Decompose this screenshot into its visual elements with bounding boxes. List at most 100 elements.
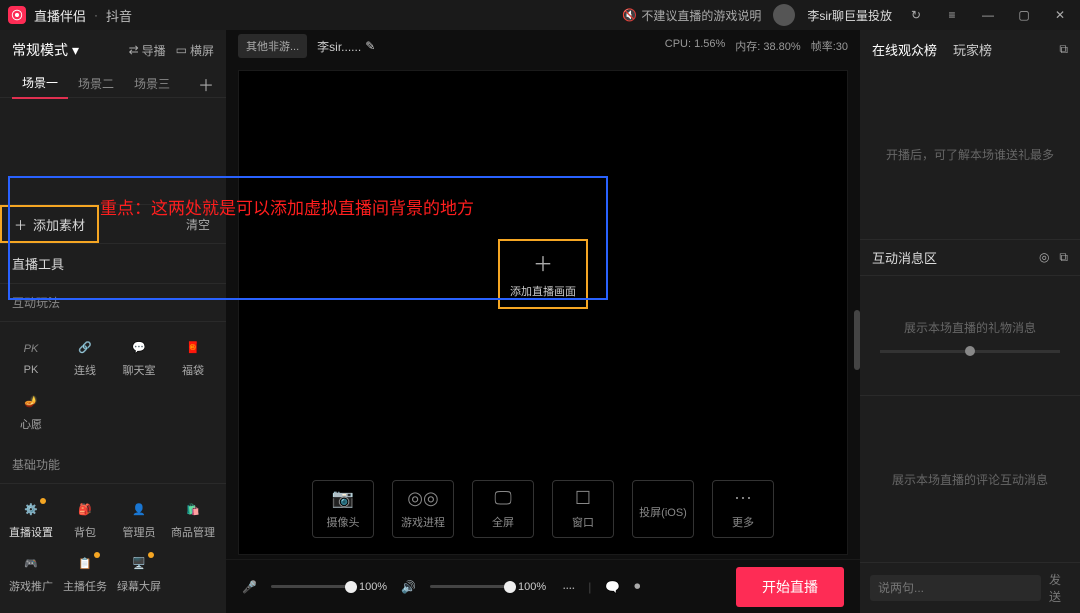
wish-icon: 🪔	[20, 390, 42, 412]
right-sidebar: 在线观众榜 玩家榜 ⧉ 开播后，可了解本场谁送礼最多 互动消息区 ◎ ⧉ 展示本…	[860, 30, 1080, 613]
app-name: 直播伴侣	[34, 6, 86, 25]
scene-tab-2[interactable]: 场景二	[68, 69, 124, 98]
mode-selector[interactable]: 常规模式 ▾	[12, 40, 79, 60]
pk-icon: PK	[20, 338, 42, 360]
tool-chatroom[interactable]: 💬 聊天室	[112, 330, 166, 384]
source-game[interactable]: ◎◎游戏进程	[392, 480, 454, 538]
titlebar: ⦿ 直播伴侣 · 抖音 🔇 不建议直播的游戏说明 李sir聊巨量投放 ↻ ≡ —…	[0, 0, 1080, 30]
avatar[interactable]	[773, 4, 795, 26]
message-section-header: 互动消息区 ◎ ⧉	[860, 239, 1080, 275]
tool-wish[interactable]: 🪔 心愿	[4, 384, 58, 438]
tool-admin[interactable]: 👤 管理员	[112, 492, 166, 546]
scene-tab-3[interactable]: 场景三	[124, 69, 180, 98]
speaker-icon[interactable]: 🔊	[401, 580, 416, 594]
danmaku-icon[interactable]: 🗨️	[605, 580, 620, 594]
source-label: 游戏进程	[401, 514, 445, 530]
mode-label: 常规模式	[12, 40, 68, 60]
tool-label: 直播设置	[9, 524, 53, 540]
add-source-button[interactable]: ＋ 添加素材	[0, 205, 99, 243]
title-separator: ·	[94, 8, 98, 22]
orientation-icon: ▭	[176, 43, 187, 57]
menu-icon[interactable]: ≡	[940, 3, 964, 27]
preview-canvas[interactable]: ＋ 添加直播画面 📷摄像头 ◎◎游戏进程 🖵全屏 ☐ 窗口 投屏(iOS) ⋯更多	[238, 70, 848, 555]
scene-tabs: 场景一 场景二 场景三 ＋	[0, 70, 226, 98]
tool-greenscreen[interactable]: 🖥️绿幕大屏	[112, 546, 166, 600]
game-tip-link[interactable]: 🔇 不建议直播的游戏说明	[622, 7, 761, 24]
source-fullscreen[interactable]: 🖵全屏	[472, 480, 534, 538]
camera-icon: 📷	[332, 488, 354, 509]
tab-players[interactable]: 玩家榜	[953, 40, 992, 59]
source-camera[interactable]: 📷摄像头	[312, 480, 374, 538]
titlebar-right: 🔇 不建议直播的游戏说明 李sir聊巨量投放 ↻ ≡ — ▢ ✕	[622, 3, 1072, 27]
window-icon: ☐	[575, 488, 591, 509]
maximize-icon[interactable]: ▢	[1012, 3, 1036, 27]
tool-label: 心愿	[20, 416, 42, 432]
mic-volume-slider[interactable]: 100%	[271, 581, 387, 593]
speaker-volume-slider[interactable]: 100%	[430, 581, 546, 593]
basic-header: 基础功能	[0, 446, 226, 484]
audience-panel: 开播后，可了解本场谁送礼最多	[860, 69, 1080, 239]
center-bottom-bar: 🎤 100% 🔊 100% ᠁ | 🗨️ ⏺ 开始直播	[226, 559, 860, 613]
notification-dot	[148, 552, 154, 558]
tool-connect[interactable]: 🔗连线	[58, 330, 112, 384]
tool-label: 游戏推广	[9, 578, 53, 594]
scrollbar-thumb[interactable]	[854, 310, 860, 370]
equalizer-icon[interactable]: ᠁	[560, 576, 574, 597]
tool-game-promo[interactable]: 🎮 游戏推广	[4, 546, 58, 600]
gift-panel: 展示本场直播的礼物消息	[860, 275, 1080, 395]
monitor-icon: 🖵	[494, 488, 511, 509]
tool-products[interactable]: 🛍️商品管理	[166, 492, 220, 546]
pencil-icon: ✎	[365, 39, 375, 53]
tools-header: 直播工具	[0, 244, 226, 284]
connect-icon: 🔗	[74, 336, 96, 358]
minimize-icon[interactable]: —	[976, 3, 1000, 27]
notification-dot	[40, 498, 46, 504]
source-window[interactable]: ☐ 窗口	[552, 480, 614, 538]
tool-backpack[interactable]: 🎒背包	[58, 492, 112, 546]
send-button[interactable]: 发送	[1049, 571, 1070, 605]
tool-label: 管理员	[123, 524, 156, 540]
popout-icon[interactable]: ⧉	[1059, 250, 1068, 265]
plus-icon: ＋	[14, 215, 27, 234]
tab-audience[interactable]: 在线观众榜	[872, 40, 937, 59]
tool-label: 聊天室	[123, 362, 156, 378]
mute-icon: 🔇	[622, 8, 637, 22]
popout-icon[interactable]: ⧉	[1059, 42, 1068, 57]
start-stream-button[interactable]: 开始直播	[736, 567, 844, 607]
add-canvas-button[interactable]: ＋ 添加直播画面	[498, 239, 588, 309]
gamepad-icon: 🎮	[20, 552, 42, 574]
source-label: 投屏(iOS)	[639, 504, 687, 520]
source-label: 窗口	[572, 514, 594, 530]
gift-splitter[interactable]	[880, 350, 1060, 353]
message-header-label: 互动消息区	[872, 248, 937, 267]
chatroom-icon: 💬	[128, 336, 150, 358]
source-ios[interactable]: 投屏(iOS)	[632, 480, 694, 538]
speaker-volume-label: 100%	[518, 581, 546, 593]
user-name[interactable]: 李sir聊巨量投放	[807, 7, 892, 24]
target-icon[interactable]: ◎	[1039, 250, 1049, 265]
stream-title[interactable]: 李sir......✎	[317, 38, 375, 55]
admin-icon: 👤	[128, 498, 150, 520]
annotation-text: 重点：这两处就是可以添加虚拟直播间背景的地方	[100, 194, 474, 219]
mem-stat: 内存: 38.80%	[735, 38, 800, 54]
record-icon[interactable]: ⏺	[634, 579, 640, 594]
tool-label: 商品管理	[171, 524, 215, 540]
tool-stream-settings[interactable]: ⚙️直播设置	[4, 492, 58, 546]
tool-host-tasks[interactable]: 📋主播任务	[58, 546, 112, 600]
comment-panel: 展示本场直播的评论互动消息	[860, 395, 1080, 562]
source-more[interactable]: ⋯更多	[712, 480, 774, 538]
refresh-icon[interactable]: ↻	[904, 3, 928, 27]
category-chip[interactable]: 其他非游...	[238, 34, 307, 58]
add-scene-button[interactable]: ＋	[198, 72, 214, 96]
tool-luckybag[interactable]: 🧧福袋	[166, 330, 220, 384]
tool-label: 主播任务	[63, 578, 107, 594]
orientation-button[interactable]: ▭横屏	[176, 42, 214, 59]
close-icon[interactable]: ✕	[1048, 3, 1072, 27]
tool-pk[interactable]: PK PK	[4, 330, 58, 384]
add-source-label: 添加素材	[33, 215, 85, 234]
chat-input[interactable]	[870, 575, 1041, 601]
mic-icon[interactable]: 🎤	[242, 580, 257, 594]
scene-tab-1[interactable]: 场景一	[12, 68, 68, 99]
swap-button[interactable]: ⇄导播	[129, 42, 166, 59]
tool-label: PK	[24, 364, 39, 376]
